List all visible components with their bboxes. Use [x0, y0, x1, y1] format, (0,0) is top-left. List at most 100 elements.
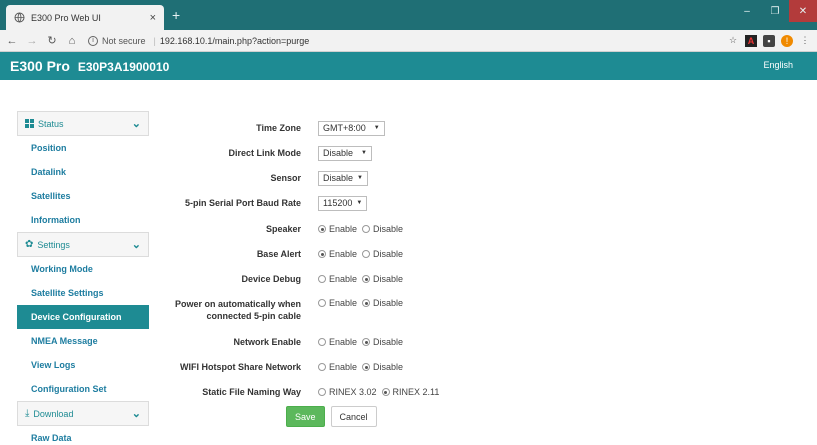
device-debug-disable-radio[interactable]	[362, 275, 371, 283]
extension-icons: ☆ A ▪ ! ⋮	[727, 34, 811, 47]
window-controls: – ❐ ✕	[733, 0, 817, 22]
save-button[interactable]: Save	[286, 406, 325, 427]
sidebar-item-nmea-message[interactable]: NMEA Message	[17, 329, 149, 353]
caret-down-icon: ▼	[356, 200, 363, 206]
browser-tab-bar: E300 Pro Web UI × + – ❐ ✕	[0, 0, 817, 30]
radio-label: Enable	[329, 274, 358, 284]
speaker-disable-radio[interactable]	[362, 225, 371, 233]
new-tab-icon[interactable]: +	[172, 8, 180, 22]
star-icon[interactable]: ☆	[727, 35, 739, 47]
form-row-sensor: Sensor Disable ▼	[165, 170, 725, 186]
reload-icon[interactable]: ↻	[44, 33, 60, 49]
sensor-select[interactable]: Disable ▼	[318, 170, 368, 186]
chevron-down-icon: ⌄	[131, 118, 141, 130]
tab-title: E300 Pro Web UI	[31, 12, 101, 23]
sidebar-item-device-configuration[interactable]: Device Configuration	[17, 305, 149, 329]
back-icon[interactable]: ←	[4, 33, 20, 49]
radio-label: RINEX 3.02	[329, 387, 377, 397]
not-secure-label: Not secure	[102, 35, 146, 46]
baud-rate-select[interactable]: 115200 ▼	[318, 195, 368, 211]
brand-name: E300 Pro	[10, 58, 70, 74]
select-value: Disable	[323, 148, 354, 158]
wifi-hotspot-enable-radio[interactable]	[318, 363, 326, 371]
sidebar-section-download[interactable]: ⤓ Download ⌄	[17, 401, 149, 426]
sidebar-item-datalink[interactable]: Datalink	[17, 160, 149, 184]
url-field[interactable]: i Not secure | 192.168.10.1/main.php?act…	[88, 32, 727, 50]
field-label: Sensor	[270, 173, 301, 183]
direct-link-mode-select[interactable]: Disable ▼	[318, 145, 372, 161]
form-row-wifi-hotspot: WIFI Hotspot Share Network Enable Disabl…	[165, 361, 725, 373]
section-label: Download	[33, 408, 74, 419]
download-icon: ⤓	[25, 408, 30, 419]
window-close-icon[interactable]: ✕	[789, 0, 817, 22]
radio-label: Enable	[329, 249, 358, 259]
label-line: Power on automatically when	[174, 299, 301, 309]
sidebar-item-satellites[interactable]: Satellites	[17, 184, 149, 208]
radio-label: Enable	[329, 337, 358, 347]
sidebar-item-information[interactable]: Information	[17, 208, 149, 232]
browser-tab[interactable]: E300 Pro Web UI ×	[6, 5, 164, 30]
field-label: WIFI Hotspot Share Network	[179, 362, 301, 372]
language-link[interactable]: English	[763, 60, 793, 70]
address-bar: ← → ↻ ⌂ i Not secure | 192.168.10.1/main…	[0, 30, 817, 52]
power-on-enable-radio[interactable]	[318, 299, 326, 307]
sidebar-item-satellite-settings[interactable]: Satellite Settings	[17, 281, 149, 305]
base-alert-enable-radio[interactable]	[318, 250, 326, 258]
radio-label: Enable	[329, 362, 358, 372]
form-row-base-alert: Base Alert Enable Disable	[165, 248, 725, 260]
base-alert-disable-radio[interactable]	[362, 250, 371, 258]
profile-icon[interactable]: !	[781, 34, 793, 47]
radio-label: Disable	[373, 224, 404, 234]
extension-badge-icon[interactable]: ▪	[763, 34, 775, 47]
network-enable-radio[interactable]	[318, 338, 326, 346]
tab-close-icon[interactable]: ×	[150, 12, 156, 24]
select-value: 115200	[323, 198, 353, 208]
info-icon[interactable]: i	[88, 35, 98, 46]
url-divider: |	[153, 35, 156, 46]
time-zone-select[interactable]: GMT+8:00 ▼	[318, 120, 385, 136]
radio-label: Disable	[373, 298, 404, 308]
pdf-extension-icon[interactable]: A	[745, 34, 757, 47]
rinex-302-radio[interactable]	[318, 388, 326, 396]
select-value: Disable	[323, 173, 354, 183]
field-label: Direct Link Mode	[228, 148, 301, 158]
minimize-icon[interactable]: –	[733, 0, 761, 22]
radio-label: Disable	[373, 274, 404, 284]
menu-icon[interactable]: ⋮	[799, 35, 811, 47]
sidebar-item-working-mode[interactable]: Working Mode	[17, 257, 149, 281]
form-row-speaker: Speaker Enable Disable	[165, 223, 725, 235]
home-icon[interactable]: ⌂	[64, 33, 80, 49]
section-label: Status	[38, 118, 64, 129]
power-on-disable-radio[interactable]	[362, 299, 371, 307]
gear-icon: ✿	[25, 239, 34, 250]
radio-label: Enable	[329, 298, 358, 308]
dashboard-icon	[25, 119, 34, 128]
chevron-down-icon: ⌄	[131, 239, 141, 251]
sidebar-item-configuration-set[interactable]: Configuration Set	[17, 377, 149, 401]
field-label: Device Debug	[241, 274, 301, 284]
sidebar-item-view-logs[interactable]: View Logs	[17, 353, 149, 377]
sidebar-section-settings[interactable]: ✿ Settings ⌄	[17, 232, 149, 257]
maximize-icon[interactable]: ❐	[761, 0, 789, 22]
network-disable-radio[interactable]	[362, 338, 371, 346]
forward-icon[interactable]: →	[24, 33, 40, 49]
device-debug-enable-radio[interactable]	[318, 275, 326, 283]
speaker-enable-radio[interactable]	[318, 225, 326, 233]
sidebar-item-position[interactable]: Position	[17, 136, 149, 160]
form-row-baud-rate: 5-pin Serial Port Baud Rate 115200 ▼	[165, 195, 725, 211]
form-row-file-naming: Static File Naming Way RINEX 3.02 RINEX …	[165, 386, 725, 398]
brand: E300 Pro E30P3A1900010	[10, 58, 169, 74]
section-label: Settings	[37, 239, 70, 250]
caret-down-icon: ▼	[361, 150, 367, 156]
field-label: 5-pin Serial Port Baud Rate	[184, 198, 301, 208]
radio-label: Disable	[373, 337, 404, 347]
sidebar-section-status[interactable]: Status ⌄	[17, 111, 149, 136]
field-label: Base Alert	[256, 249, 301, 259]
label-line: connected 5-pin cable	[206, 311, 301, 321]
form-row-power-on: Power on automatically when connected 5-…	[165, 298, 725, 322]
cancel-button[interactable]: Cancel	[330, 406, 377, 427]
rinex-211-radio[interactable]	[381, 388, 390, 396]
sidebar-item-raw-data[interactable]: Raw Data	[17, 426, 149, 445]
wifi-hotspot-disable-radio[interactable]	[362, 363, 371, 371]
field-label: Speaker	[265, 224, 301, 234]
